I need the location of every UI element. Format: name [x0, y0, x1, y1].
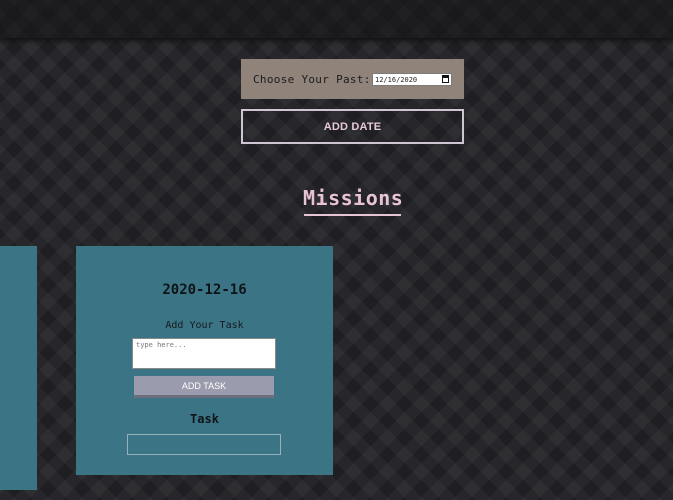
mission-card-partial: [0, 246, 37, 490]
date-picker-panel: Choose Your Past: 12/16/2020: [241, 59, 464, 99]
date-label: Choose Your Past:: [253, 72, 371, 86]
mission-card: 2020-12-16 Add Your Task type here... AD…: [76, 246, 333, 475]
task-heading: Task: [190, 412, 219, 426]
calendar-icon[interactable]: [442, 75, 449, 83]
add-task-label: Add Your Task: [165, 320, 244, 331]
missions-underline: [304, 214, 401, 216]
add-task-button[interactable]: ADD TASK: [134, 376, 274, 398]
task-list: [127, 434, 281, 455]
missions-heading: Missions: [303, 186, 404, 210]
task-input-placeholder: type here...: [136, 341, 187, 349]
card-date: 2020-12-16: [162, 282, 247, 298]
date-input[interactable]: 12/16/2020: [372, 73, 452, 86]
top-band: [0, 0, 673, 38]
date-input-value: 12/16/2020: [375, 75, 418, 84]
add-date-button[interactable]: ADD DATE: [241, 109, 464, 144]
task-input[interactable]: type here...: [132, 338, 276, 369]
